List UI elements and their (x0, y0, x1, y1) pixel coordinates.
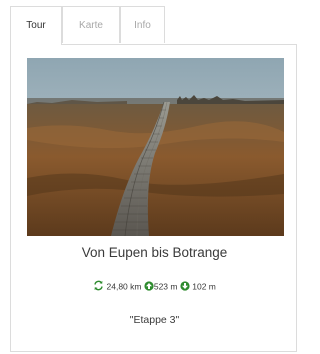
arrow-up-circle-icon (144, 280, 154, 293)
tour-subtitle: "Etappe 3" (129, 314, 180, 326)
loop-arrows-icon (93, 280, 104, 293)
tour-stats: 24,80 km 523 m 102 m (11, 280, 298, 293)
tab-tour[interactable]: Tour (10, 6, 62, 45)
tab-karte[interactable]: Karte (62, 6, 120, 43)
tab-info[interactable]: Info (120, 6, 165, 43)
ascent-value: 523 (153, 281, 169, 292)
distance-value: 24,80 km (106, 281, 142, 292)
tour-panel: Von Eupen bis Botrange 24,80 km 523 m 10… (10, 44, 297, 352)
tour-photo[interactable] (27, 58, 284, 236)
boardwalk-moor-image (27, 58, 284, 236)
ascent-unit: m (170, 281, 178, 292)
tab-bar: Tour Karte Info (10, 6, 297, 45)
arrow-down-circle-icon (180, 280, 190, 293)
descent-value: 102 m (192, 281, 216, 292)
tour-widget: Tour Karte Info Von Eupen bis Botrange 2… (10, 6, 297, 352)
tour-title: Von Eupen bis Botrange (81, 245, 228, 260)
